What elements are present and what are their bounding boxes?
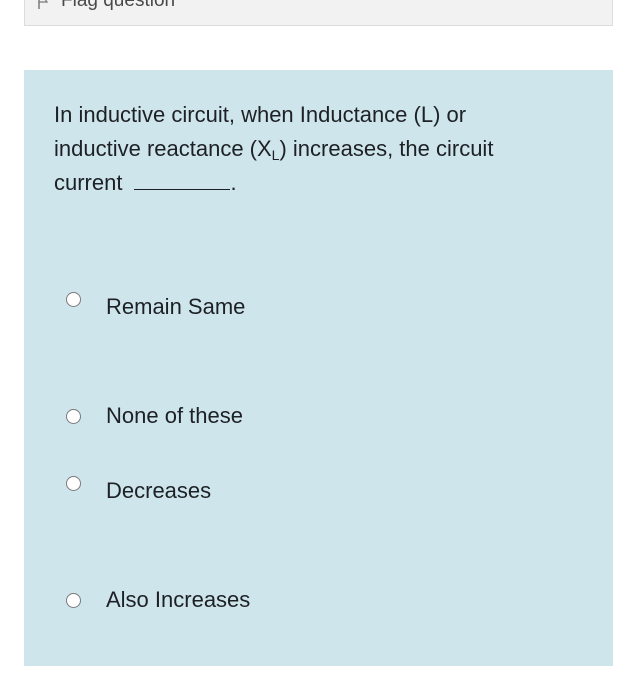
option-label[interactable]: Remain Same: [106, 292, 245, 322]
option-label[interactable]: Decreases: [106, 476, 211, 506]
question-panel: In inductive circuit, when Inductance (L…: [24, 70, 613, 666]
answer-blank: [134, 171, 231, 190]
radio-button[interactable]: [66, 409, 81, 424]
option-remain-same[interactable]: Remain Same: [66, 292, 366, 322]
radio-button[interactable]: [66, 476, 81, 491]
question-text: In inductive circuit, when Inductance (L…: [54, 98, 574, 200]
option-none-of-these[interactable]: None of these: [66, 401, 366, 431]
radio-button[interactable]: [66, 593, 81, 608]
option-decreases[interactable]: Decreases: [66, 476, 366, 506]
question-line-1: In inductive circuit, when Inductance (L…: [54, 102, 467, 127]
question-line-2: inductive reactance (XL) increases, the …: [54, 136, 494, 163]
radio-button[interactable]: [66, 292, 81, 307]
option-also-increases[interactable]: Also Increases: [66, 585, 366, 615]
flag-question-bar[interactable]: Flag question: [24, 0, 613, 26]
flag-icon: [38, 0, 49, 9]
option-label[interactable]: None of these: [106, 401, 243, 431]
question-line-3: current.: [54, 170, 237, 195]
option-label[interactable]: Also Increases: [106, 585, 250, 615]
flag-question-label[interactable]: Flag question: [61, 0, 175, 12]
